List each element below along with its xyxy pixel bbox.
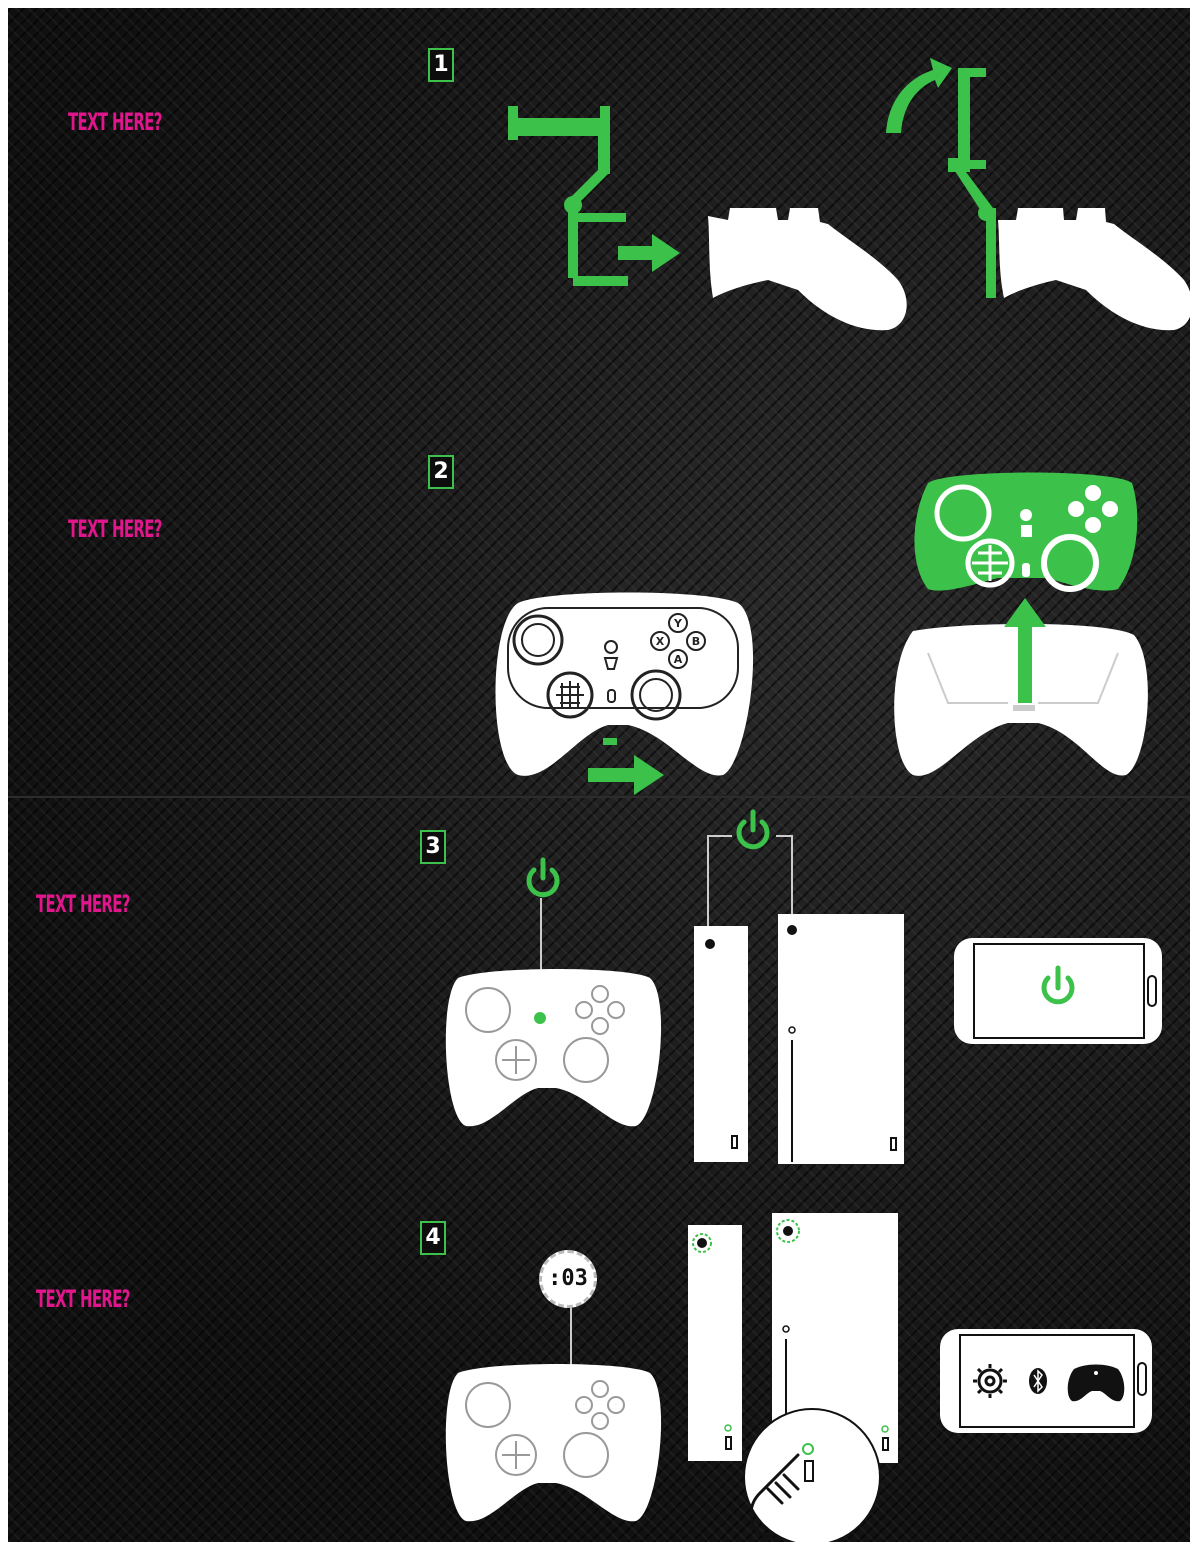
controller-front bbox=[445, 1364, 662, 1522]
step-2-section: TEXT HERE? 2 Y X B A bbox=[8, 403, 1190, 798]
rotate-arrow-icon bbox=[886, 58, 952, 133]
step-3-illustration bbox=[445, 809, 1162, 1164]
step-4-illustration bbox=[445, 1213, 1152, 1542]
step-3-section: TEXT HERE? 3 bbox=[8, 798, 1190, 1193]
controller-front bbox=[495, 592, 754, 776]
console-xbox-series-s bbox=[688, 1225, 742, 1461]
controller-half-right bbox=[998, 208, 1190, 331]
timer-display: :03 bbox=[539, 1250, 597, 1308]
step-1-section: TEXT HERE? 1 bbox=[8, 8, 1190, 403]
xbox-logo-icon bbox=[705, 939, 715, 949]
controller-faceplate-green bbox=[914, 472, 1138, 592]
xbox-logo-icon bbox=[697, 1238, 707, 1248]
instruction-sheet: TEXT HERE? 1 TEXT HERE? 2 Y X B A TEXT H… bbox=[8, 8, 1190, 1542]
controller-front bbox=[445, 969, 662, 1127]
console-xbox-series-s bbox=[694, 926, 748, 1162]
step-2-illustration: Y X B A bbox=[495, 472, 1148, 795]
home-button bbox=[534, 1012, 546, 1024]
face-button-x: X bbox=[656, 635, 665, 648]
xbox-logo-icon bbox=[787, 925, 797, 935]
xbox-logo-icon bbox=[783, 1226, 793, 1236]
power-icon bbox=[526, 857, 560, 898]
mobile-phone bbox=[954, 938, 1162, 1044]
console-xbox-series-x bbox=[778, 914, 904, 1164]
mobile-clip-open bbox=[508, 106, 628, 286]
face-button-a: A bbox=[674, 653, 683, 666]
mobile-clip-closed bbox=[948, 68, 996, 298]
arrow-right-icon bbox=[588, 755, 664, 795]
bluetooth-icon bbox=[1029, 1368, 1047, 1394]
face-button-b: B bbox=[692, 635, 700, 648]
arrow-right-icon bbox=[618, 234, 680, 272]
face-button-y: Y bbox=[673, 617, 683, 630]
step-4-section: TEXT HERE? 4:03 bbox=[8, 1193, 1190, 1542]
controller-half-left bbox=[708, 208, 907, 331]
power-icon bbox=[736, 809, 770, 850]
step-1-illustration bbox=[508, 58, 1190, 331]
